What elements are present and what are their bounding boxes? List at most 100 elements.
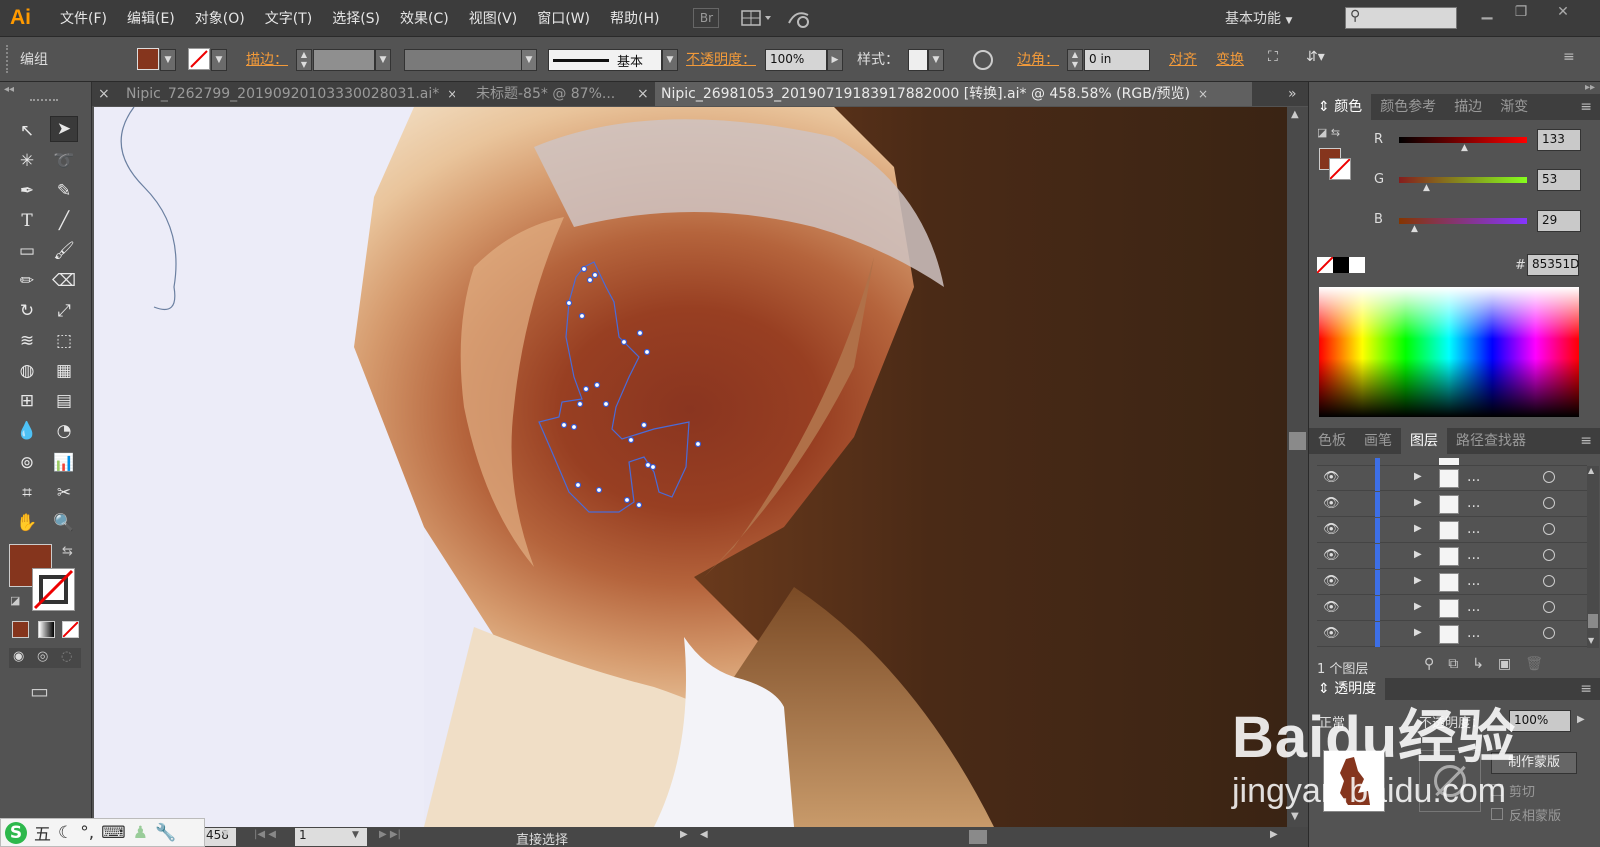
artboard-canvas[interactable] xyxy=(94,107,1287,827)
tab-overflow-icon[interactable]: » xyxy=(1282,82,1306,106)
eraser-tool-icon[interactable]: ⌫ xyxy=(50,268,78,294)
b-slider-thumb[interactable]: ▲ xyxy=(1411,224,1418,234)
restore-icon[interactable]: ❐ xyxy=(1506,4,1536,24)
search-input[interactable]: ⚲ xyxy=(1345,7,1457,29)
perspective-grid-tool-icon[interactable]: ▦ xyxy=(50,358,78,384)
menu-select[interactable]: 选择(S) xyxy=(322,8,390,28)
tab-document-3[interactable]: Nipic_26981053_20190719183917882000 [转换]… xyxy=(655,82,1252,106)
variable-width-dropdown[interactable]: ▼ xyxy=(521,49,537,71)
white-swatch[interactable] xyxy=(1349,257,1365,273)
paintbrush-tool-icon[interactable]: 🖌 xyxy=(50,238,78,264)
stroke-weight-dropdown[interactable]: ▼ xyxy=(375,49,391,71)
panel-menu-icon[interactable]: ≡ xyxy=(1571,428,1600,454)
hand-tool-icon[interactable]: ✋ xyxy=(13,510,41,536)
tools-wrench-icon[interactable]: 🔧 xyxy=(155,823,176,843)
graphic-style-dropdown[interactable]: ▼ xyxy=(928,49,944,71)
b-value-field[interactable]: 29 xyxy=(1537,210,1581,232)
tab-brushes[interactable]: 画笔 xyxy=(1355,428,1401,454)
layer-row[interactable]: 👁 ▶... xyxy=(1317,622,1587,647)
rectangle-tool-icon[interactable]: ▭ xyxy=(13,238,41,264)
bridge-button[interactable]: Br xyxy=(693,8,720,28)
stroke-swatch[interactable] xyxy=(188,48,210,70)
collapse-dock-icon[interactable]: ▸▸ xyxy=(1585,82,1595,93)
menu-file[interactable]: 文件(F) xyxy=(50,8,117,28)
lasso-tool-icon[interactable]: ➰ xyxy=(50,148,78,174)
close-icon[interactable]: ✕ xyxy=(1548,4,1578,24)
pen-tool-icon[interactable]: ✒ xyxy=(13,178,41,204)
rotate-tool-icon[interactable]: ↻ xyxy=(13,298,41,324)
expand-triangle-icon[interactable]: ▶ xyxy=(1414,497,1422,508)
new-sublayer-icon[interactable]: ↳ xyxy=(1472,656,1498,672)
g-slider[interactable] xyxy=(1399,177,1527,183)
expand-triangle-icon[interactable]: ▶ xyxy=(1414,549,1422,560)
menu-edit[interactable]: 编辑(E) xyxy=(117,8,185,28)
color-mode-icon[interactable] xyxy=(12,621,29,638)
menu-window[interactable]: 窗口(W) xyxy=(527,8,600,28)
brush-dropdown[interactable]: ▼ xyxy=(662,49,678,71)
corner-radius-field[interactable]: 0 in xyxy=(1084,49,1150,71)
menu-type[interactable]: 文字(T) xyxy=(255,8,322,28)
control-bar-menu-icon[interactable]: ≡ xyxy=(1563,49,1575,65)
artwork[interactable] xyxy=(94,107,1287,827)
variable-width-profile[interactable] xyxy=(404,49,522,71)
zoom-field[interactable]: 458 xyxy=(204,828,236,846)
slice-tool-icon[interactable]: ✂ xyxy=(50,480,78,506)
curvature-tool-icon[interactable]: ✎ xyxy=(50,178,78,204)
target-circle-icon[interactable] xyxy=(1543,575,1555,587)
punctuation-icon[interactable]: °, xyxy=(80,823,94,843)
ime-mode[interactable]: 五 xyxy=(34,820,51,845)
arrange-documents-icon[interactable] xyxy=(741,6,772,30)
eyedropper-tool-icon[interactable]: 💧 xyxy=(13,418,41,444)
panel-menu-icon[interactable]: ≡ xyxy=(1571,678,1600,700)
stroke-dropdown[interactable]: ▼ xyxy=(211,49,227,71)
expand-triangle-icon[interactable]: ▶ xyxy=(1414,627,1422,638)
tab-layers[interactable]: 图层 xyxy=(1401,428,1447,454)
scale-tool-icon[interactable]: ⤢ xyxy=(50,298,78,324)
scroll-down-icon[interactable]: ▼ xyxy=(1291,811,1299,822)
fill-swatch[interactable] xyxy=(137,48,159,70)
expand-triangle-icon[interactable]: ▶ xyxy=(1414,471,1422,482)
tab-pathfinder[interactable]: 路径查找器 xyxy=(1447,428,1535,454)
close-icon[interactable]: × xyxy=(1198,87,1208,101)
workspace-switcher[interactable]: 基本功能 ▼ xyxy=(1225,8,1292,28)
opacity-label[interactable]: 不透明度： xyxy=(686,49,756,69)
transform-link[interactable]: 变换 xyxy=(1216,49,1244,69)
magic-wand-tool-icon[interactable]: ✳ xyxy=(13,148,41,174)
delete-layer-icon[interactable]: 🗑 xyxy=(1525,656,1557,672)
r-value-field[interactable]: 133 xyxy=(1537,129,1581,151)
layer-row[interactable]: 👁 ▶... xyxy=(1317,570,1587,595)
expand-triangle-icon[interactable]: ▶ xyxy=(1414,601,1422,612)
column-graph-tool-icon[interactable]: 📊 xyxy=(50,450,78,476)
scroll-up-icon[interactable]: ▲ xyxy=(1291,109,1299,120)
target-circle-icon[interactable] xyxy=(1543,497,1555,509)
zoom-dropdown-icon[interactable]: ▼ xyxy=(222,829,229,839)
scroll-thumb[interactable] xyxy=(1289,432,1306,450)
g-value-field[interactable]: 53 xyxy=(1537,169,1581,191)
panel-stroke-swatch[interactable] xyxy=(1329,158,1351,180)
tab-document-1[interactable]: Nipic_7262799_20190920103330028031.ai* × xyxy=(120,82,455,106)
first-artboard-icon[interactable]: |◀ ◀ xyxy=(254,829,276,840)
minimize-icon[interactable]: ▁ xyxy=(1472,4,1502,24)
corner-label[interactable]: 边角： xyxy=(1017,49,1059,69)
sync-icon[interactable] xyxy=(785,6,815,30)
recolor-artwork-icon[interactable] xyxy=(973,50,993,70)
symbol-sprayer-tool-icon[interactable]: ⊚ xyxy=(13,450,41,476)
visibility-eye-icon[interactable]: 👁 xyxy=(1323,522,1340,537)
expand-triangle-icon[interactable]: ▶ xyxy=(1414,523,1422,534)
gradient-mode-icon[interactable] xyxy=(38,621,55,638)
hex-field[interactable]: 85351D xyxy=(1527,254,1579,276)
layers-scrollbar[interactable]: ▲ ▼ xyxy=(1587,466,1599,648)
visibility-eye-icon[interactable]: 👁 xyxy=(1323,470,1340,485)
close-icon[interactable]: × xyxy=(447,87,455,101)
status-menu-icon[interactable]: ▶ xyxy=(680,829,688,840)
keyboard-icon[interactable]: ⌨ xyxy=(101,823,126,843)
tab-gradient[interactable]: 渐变 xyxy=(1491,94,1537,120)
expand-triangle-icon[interactable]: ▶ xyxy=(1414,575,1422,586)
sogou-logo-icon[interactable]: S xyxy=(5,821,27,844)
g-slider-thumb[interactable]: ▲ xyxy=(1423,183,1430,193)
tab-swatches[interactable]: 色板 xyxy=(1309,428,1355,454)
menu-effect[interactable]: 效果(C) xyxy=(390,8,459,28)
free-transform-tool-icon[interactable]: ⬚ xyxy=(50,328,78,354)
collapse-toolbox-icon[interactable]: ◂◂ xyxy=(4,84,14,95)
direct-selection-tool-icon[interactable]: ➤ xyxy=(50,116,78,142)
